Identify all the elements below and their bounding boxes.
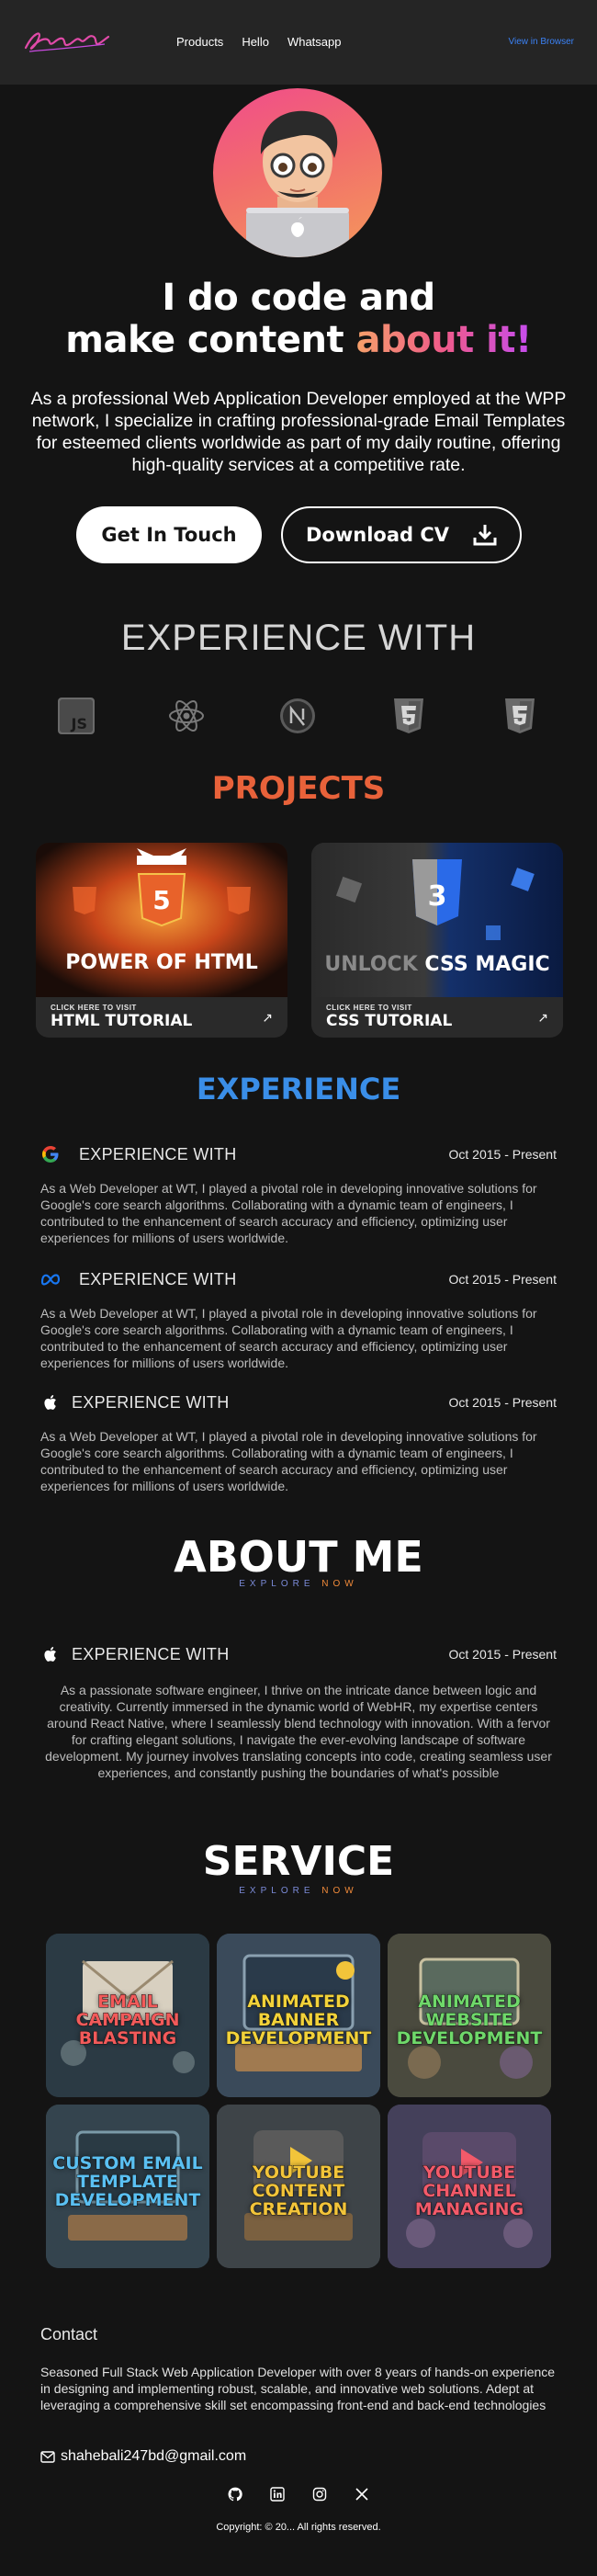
experience-item-desc: As a Web Developer at WT, I played a piv… [40,1181,537,1245]
service-card-email-campaign[interactable]: EMAIL CAMPAIGN BLASTING [46,1934,209,2097]
css3-icon [505,698,535,733]
js-icon: JS [58,698,95,734]
download-cv-button[interactable]: Download CV [281,506,522,563]
experience-item-title: EXPERIENCE WITH [79,1270,237,1288]
header-bar: Products Hello Whatsapp View in Browser [0,0,597,85]
hero-title-accent: about it! [355,319,533,361]
about-title: ABOUT ME [174,1532,423,1582]
card-name: CSS TUTORIAL [326,1012,453,1030]
hero-title-line2: make content about it! [0,320,597,360]
card-footer: CLICK HERE TO VISIT CSS TUTORIAL ↗ [311,997,563,1038]
service-label: YOUTUBE CHANNEL MANAGING [414,2162,524,2219]
nextjs-icon [280,698,315,733]
experience-item: EXPERIENCE WITH Oct 2015 - Present As a … [40,1143,557,1246]
card-footer: CLICK HERE TO VISIT HTML TUTORIAL ↗ [36,997,287,1038]
hero-title-plain: make content [65,319,356,361]
explore-label: EXPLORE [239,1579,315,1589]
hero-title-line1: I do code and [162,277,435,319]
copyright-text: Copyright: © 20... All rights reserved. [216,2522,381,2533]
experience-item: EXPERIENCE WITH Oct 2015 - Present As a … [40,1391,557,1494]
download-cv-label: Download CV [305,524,449,546]
nav-products[interactable]: Products [176,35,223,49]
explore-label: EXPLORE [239,1886,315,1896]
service-card-youtube-content[interactable]: YOUTUBE CONTENT CREATION [217,2105,380,2268]
experience-with-heading: EXPERIENCE WITH [120,618,477,658]
meta-icon [40,1274,61,1286]
nav-hello[interactable]: Hello [242,35,269,49]
experience-item-desc: As a Web Developer at WT, I played a piv… [40,1429,537,1493]
svg-text:3: 3 [428,880,447,913]
about-item-date: Oct 2015 - Present [448,1647,557,1662]
mail-icon [40,2450,55,2463]
instagram-icon[interactable] [312,2487,327,2502]
email-address[interactable]: shahebali247bd@gmail.com [61,2448,246,2465]
service-label: ANIMATED WEBSITE DEVELOPMENT [396,1992,543,2048]
tech-icons-row: JS [0,696,597,740]
about-text: As a passionate software engineer, I thr… [45,1683,552,1780]
email-row[interactable]: shahebali247bd@gmail.com [40,2448,246,2465]
get-in-touch-button[interactable]: Get In Touch [76,506,262,563]
experience-item-date: Oct 2015 - Present [448,1147,557,1162]
card-name: HTML TUTORIAL [51,1012,193,1030]
get-in-touch-label: Get In Touch [101,524,237,546]
service-label: CUSTOM EMAIL TEMPLATE DEVELOPMENT [52,2153,203,2210]
nav-whatsapp[interactable]: Whatsapp [287,35,342,49]
css-card-overlay-b: CSS MAGIC [424,953,550,976]
service-card-custom-email-template[interactable]: CUSTOM EMAIL TEMPLATE DEVELOPMENT [46,2105,209,2268]
arrow-up-right-icon: ↗ [262,1010,273,1025]
now-label: NOW [321,1886,358,1896]
svg-text:5: 5 [152,885,170,915]
developer-avatar-illustration [246,110,349,257]
contact-description: Seasoned Full Stack Web Application Deve… [40,2365,556,2412]
explore-now[interactable]: EXPLORE NOW [0,1579,597,1589]
view-in-browser-link[interactable]: View in Browser [508,37,574,47]
download-icon [473,525,497,546]
experience-item: EXPERIENCE WITH Oct 2015 - Present As a … [40,1268,557,1371]
react-icon [169,700,204,732]
avatar [213,88,382,257]
service-label: ANIMATED BANNER DEVELOPMENT [225,1992,372,2048]
contact-title: Contact [40,2325,98,2343]
x-icon[interactable] [355,2487,369,2502]
service-title: SERVICE [202,1838,395,1885]
service-label: EMAIL CAMPAIGN BLASTING [75,1992,180,2048]
explore-now[interactable]: EXPLORE NOW [0,1886,597,1896]
experience-item-date: Oct 2015 - Present [448,1272,557,1287]
service-card-youtube-channel[interactable]: YOUTUBE CHANNEL MANAGING [388,2105,551,2268]
project-card-css[interactable]: 3 UNLOCK CSS MAGIC CLICK HERE TO VISIT C… [311,843,563,1038]
css-card-overlay-a: UNLOCK [324,953,418,976]
service-label: YOUTUBE CONTENT CREATION [249,2162,348,2219]
project-card-html[interactable]: 5 POWER OF HTML CLICK HERE TO VISIT HTML… [36,843,287,1038]
hero-description: As a professional Web Application Develo… [30,389,567,475]
about-item: EXPERIENCE WITH Oct 2015 - Present [40,1643,557,1665]
logo[interactable] [20,20,112,61]
top-nav: Products Hello Whatsapp [176,35,341,49]
arrow-up-right-icon: ↗ [537,1010,548,1025]
apple-icon [44,1647,56,1662]
github-icon[interactable] [228,2487,242,2502]
card-kicker: CLICK HERE TO VISIT [326,1004,412,1012]
experience-item-date: Oct 2015 - Present [448,1395,557,1410]
google-icon [42,1146,59,1163]
css-card-overlay: UNLOCK CSS MAGIC [311,953,563,976]
social-links [0,2487,597,2502]
card-kicker: CLICK HERE TO VISIT [51,1004,137,1012]
service-card-animated-banner[interactable]: ANIMATED BANNER DEVELOPMENT [217,1934,380,2097]
apple-icon [44,1395,56,1410]
linkedin-icon[interactable] [270,2487,285,2502]
about-item-title: EXPERIENCE WITH [72,1645,230,1663]
svg-text:JS: JS [71,715,87,732]
html-card-overlay: POWER OF HTML [65,951,258,974]
experience-item-desc: As a Web Developer at WT, I played a piv… [40,1306,537,1370]
now-label: NOW [321,1579,358,1589]
projects-title: PROJECTS [211,770,386,807]
experience-item-title: EXPERIENCE WITH [72,1393,230,1412]
html5-icon [394,698,423,733]
experience-item-title: EXPERIENCE WITH [79,1145,237,1163]
service-card-animated-website[interactable]: ANIMATED WEBSITE DEVELOPMENT [388,1934,551,2097]
experience-title: EXPERIENCE [196,1072,401,1106]
